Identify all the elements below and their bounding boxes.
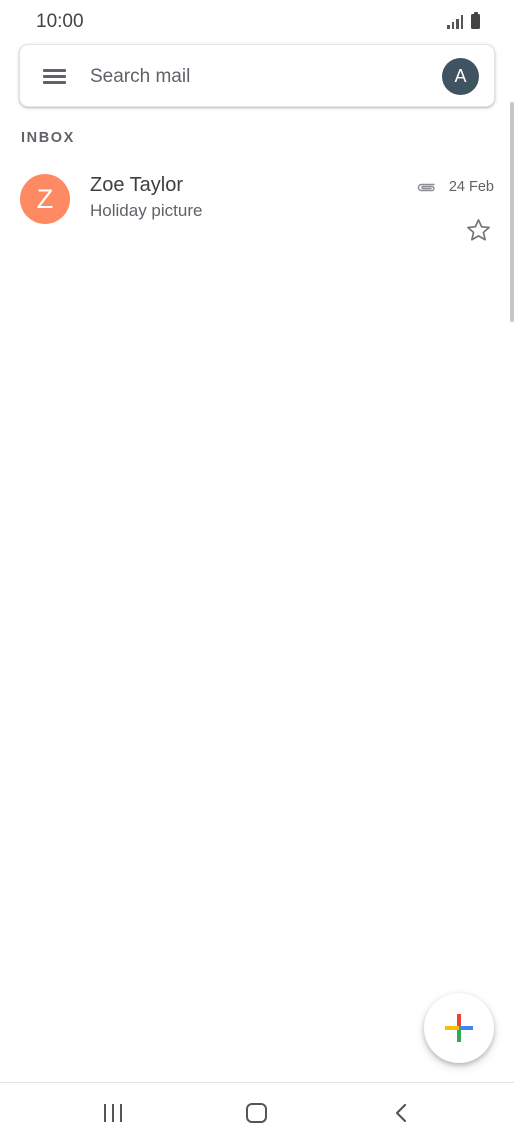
inbox-label: INBOX <box>21 130 75 146</box>
navigation-bar <box>0 1082 514 1142</box>
status-time: 10:00 <box>36 11 84 32</box>
sender-name: Zoe Taylor <box>90 174 184 196</box>
star-icon[interactable] <box>465 217 492 244</box>
plus-icon <box>445 1014 473 1042</box>
scrollbar[interactable] <box>510 102 514 322</box>
search-input[interactable] <box>90 61 420 93</box>
compose-button[interactable] <box>424 993 494 1063</box>
email-row[interactable]: Z Zoe Taylor Holiday picture 24 Feb <box>0 160 514 252</box>
account-avatar[interactable]: A <box>442 58 479 95</box>
email-subject: Holiday picture <box>90 201 203 220</box>
back-icon[interactable] <box>393 1102 409 1124</box>
signal-icon <box>447 14 463 29</box>
email-date: 24 Feb <box>448 179 494 195</box>
hamburger-menu-icon[interactable] <box>42 66 68 86</box>
status-bar: 10:00 <box>0 0 514 44</box>
sender-avatar[interactable]: Z <box>20 174 70 224</box>
recents-icon[interactable] <box>104 1104 124 1122</box>
search-bar[interactable]: A <box>19 44 495 107</box>
status-icons <box>447 12 480 29</box>
battery-icon <box>471 12 480 29</box>
home-icon[interactable] <box>246 1103 267 1123</box>
gmail-inbox-screen: 10:00 A INBOX Z Zoe Taylor Holiday pictu… <box>0 0 514 1142</box>
attachment-icon <box>417 183 435 192</box>
